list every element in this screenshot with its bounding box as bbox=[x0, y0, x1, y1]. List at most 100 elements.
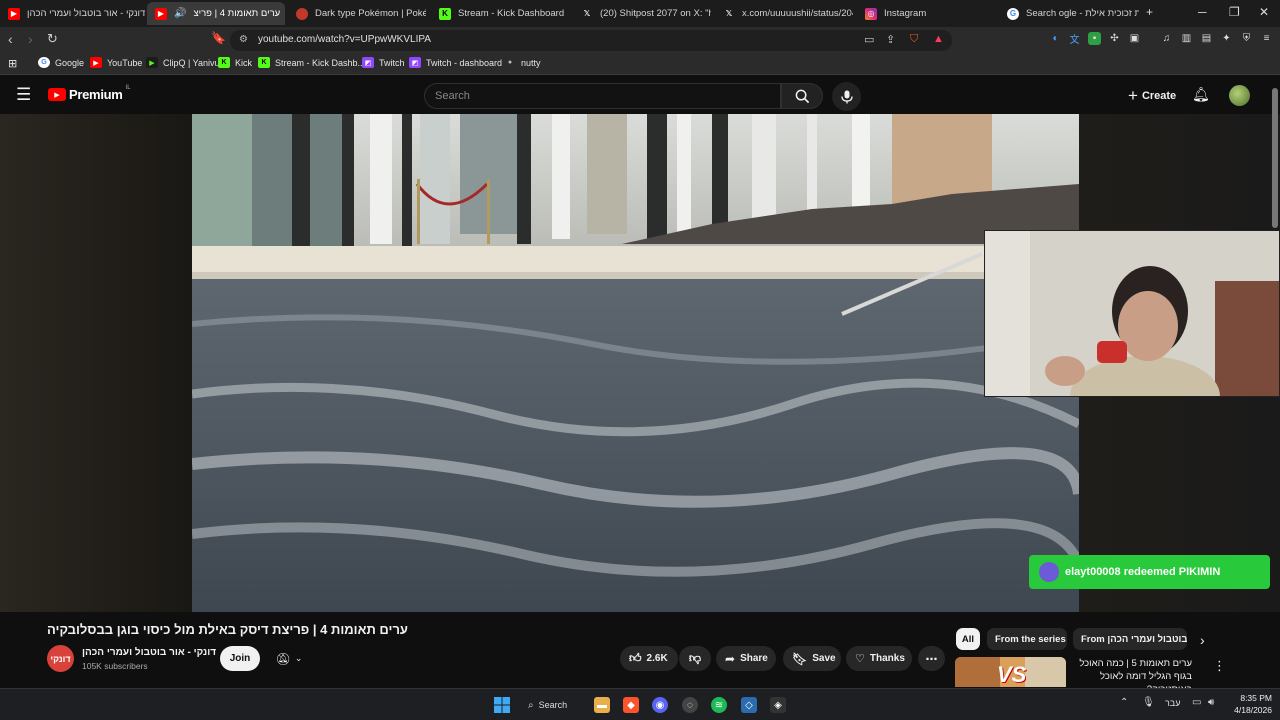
bookmark-label: Google bbox=[55, 57, 85, 68]
more-vertical-icon[interactable]: ⋮ bbox=[1213, 658, 1226, 674]
taskbar-search[interactable]: ⌕ Search bbox=[528, 695, 567, 715]
reload-icon[interactable]: ↻ bbox=[47, 31, 58, 47]
back-icon[interactable]: ‹ bbox=[8, 31, 13, 47]
brave-shield-icon[interactable]: ⛉ bbox=[910, 33, 918, 46]
subscription-notifications-button[interactable]: 🔕︎ ⌄ bbox=[266, 646, 312, 671]
scrollbar-thumb[interactable] bbox=[1272, 88, 1278, 228]
app-icon[interactable]: ◇ bbox=[741, 697, 757, 713]
search-input[interactable]: Search bbox=[424, 83, 781, 109]
thanks-button[interactable]: ♡ Thanks bbox=[846, 646, 912, 671]
share-page-icon[interactable]: ⇪ bbox=[886, 33, 895, 46]
windows-taskbar: ⌕ Search ▬ ◆ ◉ ◌ ≋ ◇ ◈ ⌃ 🎙︎ עבר ▭ 🔊︎ bbox=[0, 688, 1280, 720]
tab-6[interactable]: 𝕏 x.com/uuuuushii/status/20452 bbox=[715, 2, 853, 25]
leo-icon[interactable]: ✦ bbox=[1220, 32, 1233, 45]
screenshot-icon[interactable]: ▣ bbox=[1128, 32, 1141, 45]
google-icon: G bbox=[1007, 7, 1019, 20]
file-explorer-icon[interactable]: ▬ bbox=[594, 697, 610, 713]
account-avatar[interactable] bbox=[1229, 85, 1250, 106]
youtube-premium-logo[interactable]: ▶ Premium IL bbox=[48, 85, 131, 102]
forward-icon[interactable]: › bbox=[28, 31, 33, 47]
new-tab-icon[interactable]: + bbox=[1146, 5, 1153, 19]
logo-text: Premium bbox=[69, 87, 123, 102]
taskbar-search-label: Search bbox=[538, 700, 568, 710]
create-label: Create bbox=[1141, 90, 1177, 102]
puzzle-icon[interactable]: ✣ bbox=[1108, 32, 1121, 45]
microphone-icon[interactable]: 🎙︎ bbox=[1142, 697, 1155, 708]
create-button[interactable]: + Create bbox=[1122, 83, 1182, 109]
bookmark-label: Twitch - dashboard bbox=[426, 57, 503, 68]
brave-rewards-icon[interactable]: ▲ bbox=[933, 33, 944, 45]
translate-icon[interactable]: 文 bbox=[1068, 32, 1081, 46]
bookmark-twitch[interactable]: ◩ Twitch bbox=[362, 57, 405, 68]
hamburger-menu-icon[interactable]: ☰ bbox=[16, 85, 31, 105]
network-icon[interactable]: ▭ bbox=[1192, 697, 1201, 708]
apps-icon[interactable]: ⊞ bbox=[8, 57, 17, 70]
clock-date[interactable]: 4/18/2026 bbox=[1224, 705, 1272, 715]
bookmark-kick[interactable]: K Kick bbox=[218, 57, 252, 68]
more-actions-button[interactable]: ⋯ bbox=[918, 646, 945, 671]
windows-start-icon[interactable] bbox=[494, 697, 510, 713]
bookmark-google[interactable]: G Google bbox=[38, 57, 84, 68]
extension-green-icon[interactable]: ▪ bbox=[1088, 32, 1101, 45]
tab-title: x.com/uuuuushii/status/20452 bbox=[742, 8, 853, 19]
tab-2-active[interactable]: ▶ 🔊 ערים תאומות 4 | פריצ ✕ bbox=[147, 2, 285, 25]
join-button[interactable]: Join bbox=[220, 646, 260, 671]
share-button[interactable]: ➦ Share bbox=[716, 646, 776, 671]
url-field[interactable]: ⚙ youtube.com/watch?v=UPpwWKVLIPA ▭ ⇪ ⛉ … bbox=[230, 30, 952, 51]
tab-7[interactable]: ◎ Instagram bbox=[857, 2, 997, 25]
chip-from-series[interactable]: From the series bbox=[987, 628, 1067, 650]
wallet-icon[interactable]: ▤ bbox=[1200, 32, 1213, 45]
chevron-right-icon[interactable]: › bbox=[1200, 632, 1205, 648]
language-indicator[interactable]: עבר bbox=[1165, 698, 1180, 708]
thumbnail-vs-text: VS bbox=[997, 662, 1027, 687]
bookmark-icon[interactable]: 🔖 bbox=[211, 31, 226, 45]
close-window-icon[interactable]: ✕ bbox=[1259, 5, 1269, 19]
bookmark-clipq[interactable]: ▶ ClipQ | Yanivu bbox=[146, 57, 220, 68]
cast-icon[interactable]: ▭ bbox=[864, 33, 874, 46]
chip-from-channel[interactable]: From אור בוטבול ועמרי הכהן bbox=[1073, 628, 1187, 650]
media-icon[interactable]: ♫ bbox=[1160, 32, 1173, 45]
chip-all[interactable]: All bbox=[956, 628, 980, 650]
tab-8[interactable]: G ספינת זכוכית אילת - Search ogle bbox=[999, 2, 1139, 25]
bookmark-nutty[interactable]: ● nutty bbox=[504, 57, 541, 68]
vpn-icon[interactable]: ⛨ bbox=[1240, 32, 1253, 45]
bookmark-youtube[interactable]: ▶ YouTube bbox=[90, 57, 142, 68]
notifications-bell-icon[interactable]: 🔔︎ bbox=[1192, 86, 1210, 103]
bookmark-label: Kick bbox=[235, 57, 253, 68]
subscriber-count: 105K subscribers bbox=[82, 661, 148, 671]
dislike-button[interactable]: 👎︎ bbox=[679, 646, 711, 671]
channel-points-redeem-alert: elayt00008 redeemed PIKIMIN bbox=[1029, 555, 1270, 589]
video-player[interactable] bbox=[192, 114, 1079, 612]
tab-5[interactable]: 𝕏 (20) Shitpost 2077 on X: "https: bbox=[573, 2, 711, 25]
tab-title: ערים תאומות 4 | פריצ bbox=[193, 8, 281, 19]
brave-browser-icon[interactable]: ◆ bbox=[623, 697, 639, 713]
discord-icon[interactable]: ◉ bbox=[652, 697, 668, 713]
address-bar-row: ‹ › ↻ 🔖 ⚙ youtube.com/watch?v=UPpwWKVLIP… bbox=[0, 27, 1280, 53]
show-hidden-icons[interactable]: ⌃ bbox=[1120, 697, 1128, 708]
menu-icon[interactable]: ≡ bbox=[1260, 32, 1273, 45]
search-button[interactable] bbox=[781, 83, 823, 109]
tab-4[interactable]: K Stream - Kick Dashboard bbox=[431, 2, 571, 25]
volume-icon[interactable]: 🔊︎ bbox=[1208, 697, 1214, 708]
voice-search-button[interactable] bbox=[832, 82, 861, 111]
extension-icon[interactable]: ◖ bbox=[1048, 32, 1061, 45]
save-button[interactable]: 🔖︎ Save bbox=[783, 646, 841, 671]
channel-name[interactable]: דונקי - אור בוטבול ועמרי הכהן bbox=[82, 647, 216, 658]
like-button[interactable]: 👍︎ 2.6K bbox=[620, 646, 678, 671]
bookmark-kick-dashboard[interactable]: K Stream - Kick Dashb... bbox=[258, 57, 365, 68]
app-icon-2[interactable]: ◈ bbox=[770, 697, 786, 713]
minimize-icon[interactable]: ─ bbox=[1198, 5, 1207, 19]
spotify-icon[interactable]: ≋ bbox=[711, 697, 727, 713]
speaker-icon[interactable]: 🔊 bbox=[174, 8, 186, 19]
bookmark-label: YouTube bbox=[107, 57, 143, 68]
sidebar-icon[interactable]: ▥ bbox=[1180, 32, 1193, 45]
tab-3[interactable]: Dark type Pokémon | Pokémon bbox=[288, 2, 426, 25]
clock-time[interactable]: 8:35 PM bbox=[1232, 693, 1272, 703]
obs-icon[interactable]: ◌ bbox=[682, 697, 698, 713]
site-info-icon[interactable]: ⚙ bbox=[239, 34, 248, 45]
bookmark-twitch-dashboard[interactable]: ◩ Twitch - dashboard bbox=[409, 57, 502, 68]
tab-1[interactable]: ▶ דונקי - אור בוטבול ועמרי הכהן bbox=[0, 2, 145, 25]
channel-avatar[interactable]: דונקי bbox=[47, 645, 74, 672]
maximize-icon[interactable]: ❐ bbox=[1229, 5, 1240, 19]
recommended-video-thumbnail[interactable]: VS bbox=[955, 657, 1066, 687]
